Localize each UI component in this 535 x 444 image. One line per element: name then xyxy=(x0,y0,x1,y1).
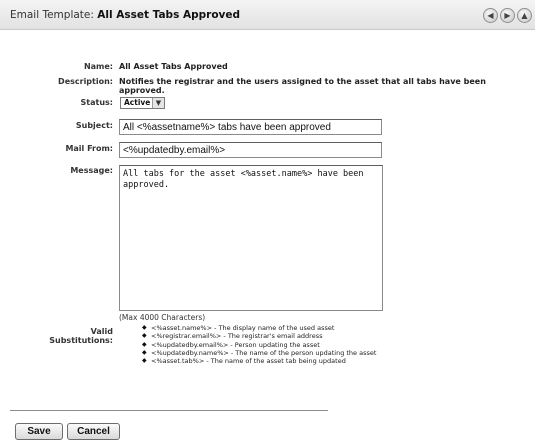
subject-input[interactable] xyxy=(119,119,382,135)
up-icon[interactable]: ▲ xyxy=(517,8,532,23)
substitutions-label-line1: Valid xyxy=(90,327,113,336)
status-select[interactable]: Active ▼ xyxy=(120,97,165,109)
divider xyxy=(10,410,328,411)
description-value: Notifies the registrar and the users ass… xyxy=(119,77,486,95)
save-button[interactable]: Save xyxy=(15,423,63,440)
message-label: Message: xyxy=(70,166,113,175)
cancel-button[interactable]: Cancel xyxy=(67,423,120,440)
name-label: Name: xyxy=(83,62,113,71)
message-textarea[interactable]: All tabs for the asset <%asset.name%> ha… xyxy=(119,165,383,311)
status-value: Active xyxy=(124,98,151,107)
page-title-name: All Asset Tabs Approved xyxy=(97,9,241,21)
name-value: All Asset Tabs Approved xyxy=(119,62,228,71)
description-label: Description: xyxy=(58,77,113,86)
next-icon[interactable]: ▶ xyxy=(500,8,515,23)
previous-icon[interactable]: ◀ xyxy=(483,8,498,23)
status-label: Status: xyxy=(80,98,113,107)
substitutions-label-line2: Substitutions: xyxy=(49,336,113,345)
chevron-down-icon[interactable]: ▼ xyxy=(152,98,164,108)
list-item: <%registrar.email%> - The registrar's em… xyxy=(142,332,376,341)
page-title-prefix: Email Template: xyxy=(10,9,94,21)
page-title: Email Template: All Asset Tabs Approved xyxy=(10,9,240,21)
list-item: <%updatedby.email%> - Person updating th… xyxy=(142,341,376,350)
max-characters-note: (Max 4000 Characters) xyxy=(119,313,206,322)
mail-from-input[interactable] xyxy=(119,142,382,158)
substitutions-label: Valid Substitutions: xyxy=(49,327,113,345)
subject-label: Subject: xyxy=(75,121,113,130)
substitutions-list: <%asset.name%> - The display name of the… xyxy=(142,324,376,366)
list-item: <%updatedby.name%> - The name of the per… xyxy=(142,349,376,358)
page-header: Email Template: All Asset Tabs Approved … xyxy=(0,0,535,30)
mail-from-label: Mail From: xyxy=(65,144,113,153)
list-item: <%asset.name%> - The display name of the… xyxy=(142,324,376,333)
list-item: <%asset.tab%> - The name of the asset ta… xyxy=(142,357,376,366)
